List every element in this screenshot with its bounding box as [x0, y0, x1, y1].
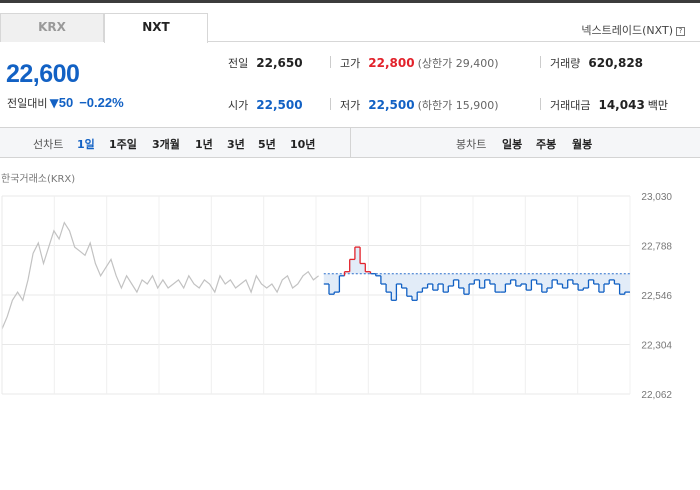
price-summary: 22,600 전일대비 ▼50 −0.22%	[0, 43, 208, 127]
stat-label: 거래대금	[550, 99, 591, 112]
price-stats: 전일 22,650 고가 22,800 (상한가 29,400) 거래량 620,828…	[208, 43, 700, 127]
stat-high: 고가 22,800 (상한가 29,400)	[340, 55, 499, 71]
stat-volume: 거래량 620,828	[550, 55, 643, 71]
change-label: 전일대비	[7, 97, 48, 110]
tab-krx[interactable]: KRX	[0, 13, 104, 42]
stat-value: 22,500	[256, 98, 303, 112]
divider	[330, 98, 331, 110]
stat-value: 22,500	[368, 98, 415, 112]
y-tick-label: 22,062	[641, 390, 672, 400]
divider	[540, 56, 541, 68]
divider	[540, 98, 541, 110]
market-link-label: 넥스트레이드(NXT)	[581, 24, 673, 37]
change-line: 전일대비 ▼50 −0.22%	[7, 95, 124, 111]
change-value: 50	[58, 95, 74, 110]
y-tick-label: 22,546	[641, 291, 672, 302]
nxt-market-link[interactable]: 넥스트레이드(NXT)?	[581, 22, 685, 38]
y-tick-label: 22,304	[641, 341, 672, 352]
tab-nxt[interactable]: NXT	[104, 13, 208, 43]
stat-label: 전일	[228, 57, 249, 70]
candle-weekly[interactable]: 주봉	[536, 136, 556, 152]
help-icon[interactable]: ?	[676, 27, 685, 36]
upper-limit: (상한가 29,400)	[417, 57, 499, 70]
period-1y[interactable]: 1년	[195, 136, 213, 152]
stat-value: 620,828	[588, 56, 644, 70]
lower-limit: (하한가 15,900)	[417, 99, 499, 112]
stat-label: 저가	[340, 99, 361, 112]
down-triangle-icon: ▼	[49, 96, 59, 110]
stat-label: 고가	[340, 57, 361, 70]
line-chart-label: 선차트	[33, 138, 64, 151]
period-5y[interactable]: 5년	[258, 136, 276, 152]
divider	[330, 56, 331, 68]
stat-value: 22,650	[256, 56, 303, 70]
stat-value: 22,800	[368, 56, 415, 70]
divider	[350, 128, 351, 157]
stat-low: 저가 22,500 (하한가 15,900)	[340, 97, 499, 113]
period-selector: 선차트 1일 1주일 3개월 1년 3년 5년 10년 봉차트 일봉 주봉 월봉	[0, 127, 700, 158]
y-tick-label: 22,788	[641, 242, 672, 253]
stat-prev-close: 전일 22,650	[228, 55, 303, 71]
stat-open: 시가 22,500	[228, 97, 303, 113]
pre-market-series-line	[1, 221, 319, 330]
intraday-price-chart: 23,030 22,788 22,546 22,304 22,062	[1, 192, 672, 400]
period-3m[interactable]: 3개월	[152, 136, 180, 152]
stat-value: 14,043	[598, 98, 645, 112]
stat-label: 거래량	[550, 57, 581, 70]
current-price: 22,600	[6, 60, 80, 88]
period-10y[interactable]: 10년	[290, 136, 315, 152]
stat-label: 시가	[228, 99, 249, 112]
amount-unit: 백만	[647, 99, 669, 112]
top-border	[0, 0, 700, 3]
period-1d[interactable]: 1일	[77, 136, 95, 152]
period-3y[interactable]: 3년	[227, 136, 245, 152]
candle-chart-label: 봉차트	[456, 138, 487, 151]
stat-amount: 거래대금 14,043 백만	[550, 97, 668, 113]
change-percent: −0.22%	[79, 95, 124, 110]
chart-title: 한국거래소(KRX)	[1, 174, 76, 185]
candle-daily[interactable]: 일봉	[502, 136, 522, 152]
period-1w[interactable]: 1주일	[109, 136, 137, 152]
candle-monthly[interactable]: 월봉	[572, 136, 592, 152]
y-tick-label: 23,030	[641, 192, 672, 203]
